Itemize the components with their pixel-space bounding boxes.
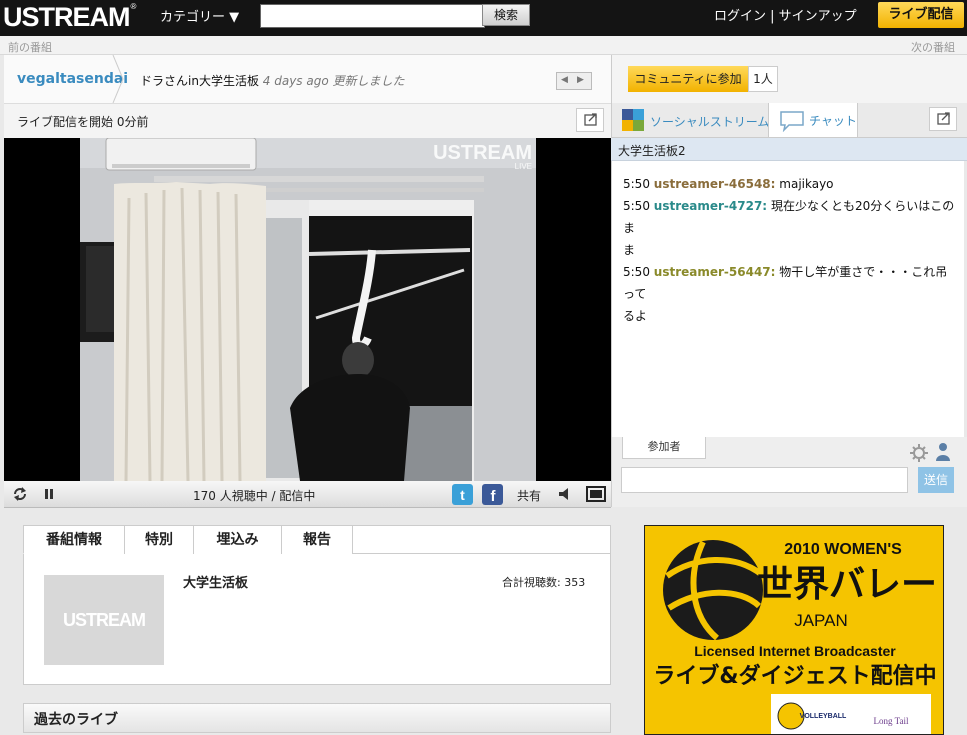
- live-status-text: ライブ配信を開始 0分前: [17, 115, 149, 129]
- category-menu[interactable]: カテゴリー ▼: [160, 6, 239, 25]
- login-signup-link[interactable]: ログイン | サインアップ: [714, 5, 857, 24]
- past-live-title: 過去のライブ: [34, 712, 118, 728]
- join-community-button[interactable]: コミュニティに参加: [628, 66, 748, 92]
- chat-username: ustreamer-4727:: [653, 199, 768, 213]
- social-stream-icon: [622, 109, 644, 131]
- fullscreen-icon[interactable]: [586, 486, 606, 502]
- prev-next-bar: [0, 36, 967, 55]
- popout-icon: [937, 112, 950, 125]
- popout-chat-button[interactable]: [929, 107, 957, 131]
- chat-room-name: 大学生活板2: [618, 144, 686, 158]
- chat-message-list: 5:50 ustreamer-46548: majikayo 5:50 ustr…: [611, 161, 964, 437]
- ad-line4: Licensed Internet Broadcaster: [694, 643, 896, 659]
- chat-message: 5:50 ustreamer-56447: 物干し竿が重さで・・・これ吊って る…: [623, 261, 955, 327]
- chat-time: 5:50: [623, 265, 650, 279]
- chat-username: ustreamer-46548:: [653, 177, 776, 191]
- arrow-right-icon[interactable]: ▶: [577, 75, 584, 85]
- chevron-down-icon: ▼: [229, 10, 240, 25]
- viewer-count: 170 人視聴中 / 配信中: [193, 489, 316, 503]
- ad-line1: 2010 WOMEN'S: [784, 541, 902, 558]
- search-input[interactable]: [260, 4, 485, 28]
- ustream-logo[interactable]: USTREAM®: [3, 2, 136, 33]
- facebook-share-button[interactable]: f: [482, 484, 503, 505]
- tab-program-info[interactable]: 番組情報: [23, 525, 125, 554]
- program-name: 大学生活板: [183, 576, 249, 591]
- chat-text-wrap: るよ: [623, 309, 648, 323]
- ad-logo-text: VOLLEYBALL: [800, 713, 847, 720]
- tab-chat[interactable]: チャット: [768, 103, 858, 137]
- chat-message: 5:50 ustreamer-46548: majikayo: [623, 173, 955, 195]
- tab-report[interactable]: 報告: [281, 525, 353, 554]
- twitter-share-button[interactable]: t: [452, 484, 473, 505]
- tab-special[interactable]: 特別: [124, 525, 194, 554]
- previous-show-link[interactable]: 前の番組: [8, 39, 52, 55]
- arrow-left-icon[interactable]: ◀: [561, 75, 568, 85]
- ad-line2: 世界バレー: [757, 564, 937, 605]
- show-updated-text: 更新しました: [332, 74, 405, 88]
- volleyball-ad-banner[interactable]: 2010 WOMEN'S 世界バレー JAPAN Licensed Intern…: [644, 525, 944, 735]
- volume-icon[interactable]: [557, 486, 573, 502]
- twitter-icon: t: [460, 487, 465, 503]
- send-button[interactable]: 送信: [918, 467, 954, 493]
- video-watermark-sub: LIVE: [515, 162, 532, 171]
- chat-time: 5:50: [623, 177, 650, 191]
- breadcrumb-separator-icon: [112, 55, 124, 103]
- show-time-ago: 4 days ago: [262, 74, 329, 88]
- participants-tab[interactable]: 参加者: [622, 437, 706, 459]
- member-count: 1人: [748, 66, 778, 92]
- popout-video-button[interactable]: [576, 108, 604, 132]
- ad-logo-text2: Long Tail: [874, 716, 909, 726]
- tab-social-stream[interactable]: ソーシャルストリーム: [620, 106, 770, 136]
- chat-message: 5:50 ustreamer-4727: 現在少なくとも20分くらいはこのま ま: [623, 195, 955, 261]
- chat-text: majikayo: [779, 177, 834, 191]
- pause-icon[interactable]: [43, 488, 55, 500]
- chat-text-wrap: ま: [623, 243, 636, 257]
- next-show-link[interactable]: 次の番組: [911, 39, 955, 55]
- tab-chat-label: チャット: [809, 114, 857, 128]
- chat-time: 5:50: [623, 199, 650, 213]
- svg-text:t: t: [460, 487, 465, 503]
- share-button[interactable]: 共有: [517, 487, 541, 504]
- show-title: ドラさんin大学生活板 4 days ago 更新しました: [140, 74, 405, 88]
- refresh-icon[interactable]: [11, 486, 29, 502]
- show-nav-arrows[interactable]: ◀ ▶: [556, 72, 592, 90]
- svg-text:f: f: [491, 488, 497, 505]
- tab-social-label: ソーシャルストリーム: [650, 115, 770, 129]
- total-views: 合計視聴数: 353: [502, 576, 586, 589]
- video-watermark: USTREAM: [433, 142, 532, 164]
- tab-embed[interactable]: 埋込み: [193, 525, 282, 554]
- program-thumbnail: USTREAM: [44, 575, 164, 665]
- settings-gear-icon[interactable]: [909, 443, 929, 463]
- video-player[interactable]: USTREAM LIVE: [4, 138, 611, 481]
- user-icon[interactable]: [935, 442, 951, 462]
- chat-bubble-icon: [780, 111, 804, 132]
- ad-artwork: 2010 WOMEN'S 世界バレー JAPAN Licensed Intern…: [653, 540, 937, 734]
- go-live-button[interactable]: ライブ配信: [878, 2, 964, 28]
- chat-username: ustreamer-56447:: [653, 265, 776, 279]
- ad-line3: JAPAN: [794, 611, 848, 630]
- ad-line5: ライブ&ダイジェスト配信中: [653, 663, 936, 689]
- video-frame-image: USTREAM LIVE: [80, 138, 536, 481]
- chat-input[interactable]: [621, 467, 908, 493]
- popout-icon: [584, 113, 597, 126]
- facebook-icon: f: [491, 488, 497, 505]
- search-button[interactable]: 検索: [482, 4, 530, 26]
